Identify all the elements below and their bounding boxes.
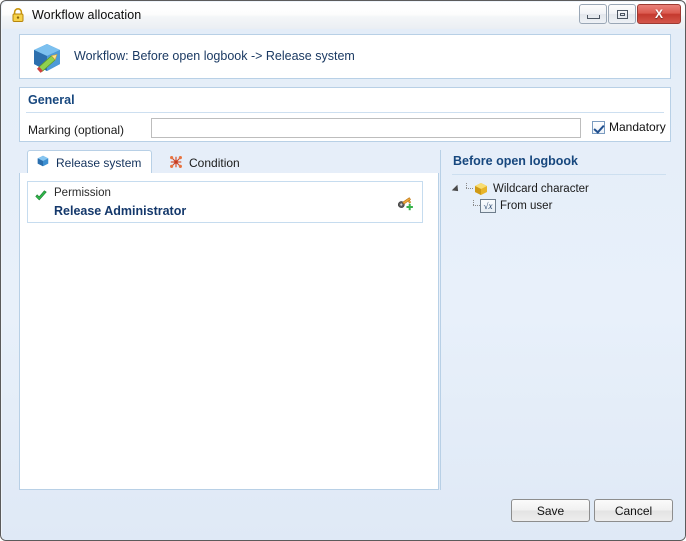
lock-icon [10,7,26,23]
formula-fx-icon: √x [480,198,496,213]
mandatory-checkbox-group[interactable]: Mandatory [592,120,666,134]
dialog-body: Workflow: Before open logbook -> Release… [2,29,685,540]
permission-card[interactable]: Permission Release Administrator [27,181,423,223]
mandatory-checkbox[interactable] [592,120,605,134]
workflow-cube-edit-icon [29,40,65,76]
dialog-footer: Save Cancel [2,495,685,540]
add-permission-key-icon[interactable] [396,194,414,212]
tree-item-from-user[interactable]: √x From user [452,197,668,214]
marking-label: Marking (optional) [28,123,125,137]
minimize-icon [586,14,600,19]
tab-release-system[interactable]: Release system [27,150,153,174]
permission-value: Release Administrator [54,204,187,218]
minimize-button[interactable] [579,4,607,24]
panel-divider [440,150,441,490]
workflow-tree-panel: Before open logbook Wildcard character √… [440,150,671,490]
workflow-tree: Wildcard character √x From user [452,180,668,214]
workflow-header-text: Workflow: Before open logbook -> Release… [74,49,355,63]
blue-cube-icon [36,154,50,171]
maximize-icon [616,9,628,19]
tree-item-wildcard-character[interactable]: Wildcard character [452,180,668,197]
tree-item-wildcard-character-label: Wildcard character [493,182,589,195]
general-panel: General Marking (optional) Mandatory [19,87,671,142]
cancel-button[interactable]: Cancel [594,499,673,522]
tab-strip: Release system Condition [19,150,439,174]
tree-item-from-user-label: From user [500,199,553,212]
tab-release-system-label: Release system [56,155,142,170]
tab-condition[interactable]: Condition [161,152,250,174]
title-bar[interactable]: Workflow allocation X [2,2,685,30]
green-check-icon [34,189,48,203]
mandatory-label: Mandatory [609,120,666,134]
yellow-cube-icon [473,181,489,197]
general-section-title: General [28,93,75,107]
marking-input[interactable] [151,118,581,138]
tab-condition-label: Condition [189,156,240,170]
condition-node-icon [169,155,183,172]
maximize-button[interactable] [608,4,636,24]
workflow-header-panel: Workflow: Before open logbook -> Release… [19,34,671,79]
release-system-tab-panel: Permission Release Administrator [19,173,439,490]
tree-panel-divider [452,174,666,175]
main-content: Release system Condition Permission Rele… [19,150,671,490]
save-button[interactable]: Save [511,499,590,522]
permission-label: Permission [54,187,111,199]
chevron-expanded-icon[interactable] [452,183,463,194]
workflow-allocation-dialog: Workflow allocation X Workflow: Before o… [0,0,686,541]
close-button[interactable]: X [637,4,681,24]
window-controls: X [579,4,681,24]
general-divider [26,112,664,113]
window-title: Workflow allocation [32,8,142,22]
tree-connector [465,183,473,194]
tree-connector-child [472,200,480,211]
tree-panel-title: Before open logbook [453,154,578,168]
